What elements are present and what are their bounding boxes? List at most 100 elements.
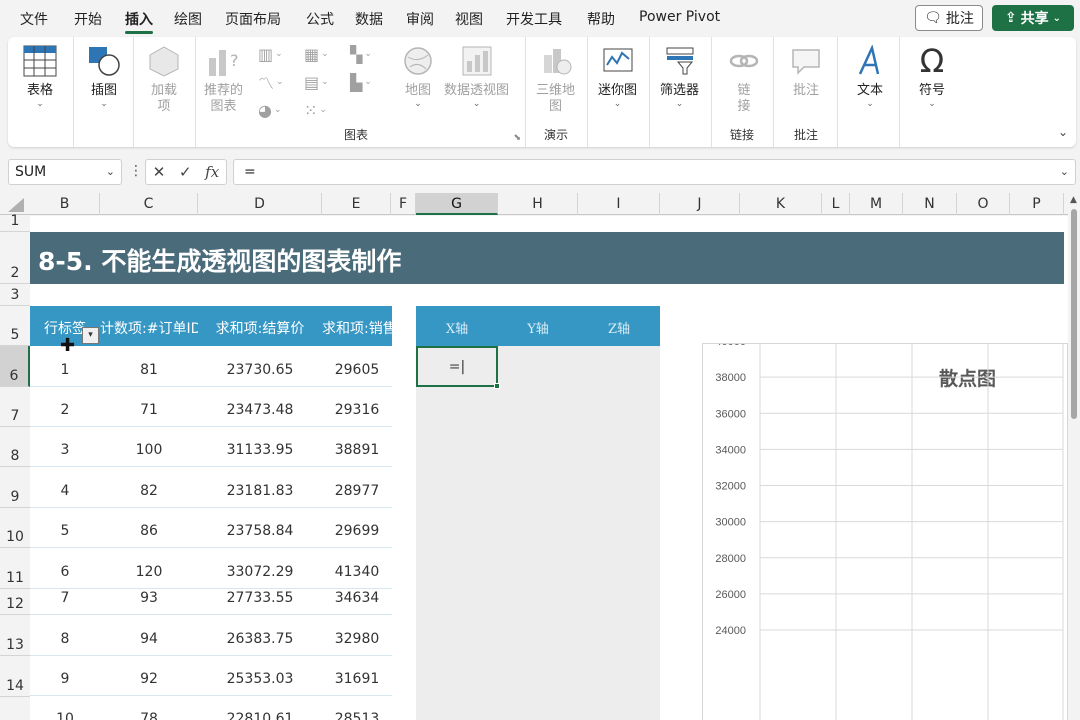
row-header-2[interactable]: 2 bbox=[0, 232, 30, 284]
comments-button[interactable]: 🗨 批注 bbox=[915, 5, 983, 31]
dialog-launcher-icon[interactable]: ⬊ bbox=[513, 133, 521, 143]
table-row[interactable]: 7 93 27733.55 34634 bbox=[30, 589, 392, 615]
slicer-button[interactable]: 筛选器 ⌄ bbox=[660, 43, 699, 109]
name-box[interactable]: SUM ⌄ bbox=[8, 159, 122, 185]
enter-check-icon[interactable]: ✓ bbox=[179, 163, 192, 181]
table-row[interactable]: 1 81 23730.65 29605 bbox=[30, 346, 392, 387]
row-header-14[interactable]: 14 bbox=[0, 656, 30, 697]
more-options-icon[interactable]: ⋮ bbox=[129, 163, 143, 179]
menu-tab-6[interactable]: 数据 bbox=[355, 9, 383, 29]
column-header-F[interactable]: F bbox=[391, 193, 416, 215]
menu-tab-7[interactable]: 审阅 bbox=[406, 9, 434, 29]
filter-dropdown-icon[interactable]: ▾ bbox=[82, 327, 99, 344]
addins-button[interactable]: 加载 项 bbox=[146, 43, 182, 115]
column-header-B[interactable]: B bbox=[30, 193, 100, 215]
scrollbar-thumb[interactable] bbox=[1071, 209, 1077, 419]
line-chart-button[interactable]: 〽 ⌄ bbox=[258, 71, 294, 93]
vertical-scrollbar[interactable]: ▲ bbox=[1068, 193, 1080, 720]
menu-tab-4[interactable]: 页面布局 bbox=[225, 9, 281, 29]
column-header-M[interactable]: M bbox=[850, 193, 903, 215]
row-header-5[interactable]: 5 bbox=[0, 306, 30, 346]
row-header-7[interactable]: 7 bbox=[0, 387, 30, 427]
sparkline-button[interactable]: 迷你图 ⌄ bbox=[598, 43, 637, 109]
menu-tab-11[interactable]: Power Pivot bbox=[639, 9, 720, 25]
column-header-I[interactable]: I bbox=[578, 193, 660, 215]
text-button[interactable]: 文本 ⌄ bbox=[852, 43, 888, 109]
table-row[interactable]: 9 92 25353.03 31691 bbox=[30, 656, 392, 696]
column-chart-button[interactable]: ▥ ⌄ bbox=[258, 43, 294, 65]
symbol-button[interactable]: Ω 符号 ⌄ bbox=[914, 42, 950, 109]
link-button[interactable]: 链 接 bbox=[726, 43, 762, 115]
table-cell: 23730.65 bbox=[226, 362, 294, 378]
new-comment-button[interactable]: 批注 bbox=[788, 43, 824, 99]
column-header-O[interactable]: O bbox=[957, 193, 1010, 215]
table-row[interactable]: 2 71 23473.48 29316 bbox=[30, 387, 392, 427]
menu-tab-9[interactable]: 开发工具 bbox=[506, 9, 562, 29]
select-all-corner[interactable] bbox=[8, 198, 24, 212]
column-header-L[interactable]: L bbox=[822, 193, 850, 215]
column-header-H[interactable]: H bbox=[498, 193, 578, 215]
formula-input[interactable]: = ⌄ bbox=[233, 159, 1076, 185]
menu-tab-8[interactable]: 视图 bbox=[455, 9, 483, 29]
chevron-down-icon[interactable]: ⌄ bbox=[1060, 160, 1069, 184]
row-header-9[interactable]: 9 bbox=[0, 467, 30, 508]
menu-tab-1[interactable]: 开始 bbox=[74, 9, 102, 29]
chevron-down-icon: ⌄ bbox=[1052, 12, 1062, 24]
illustrations-button[interactable]: 插图 ⌄ bbox=[86, 43, 122, 109]
ribbon-display-options-icon[interactable]: ⌄ bbox=[1058, 125, 1068, 139]
menu-tab-3[interactable]: 绘图 bbox=[174, 9, 202, 29]
share-button[interactable]: ⇪ 共享 ⌄ bbox=[992, 5, 1074, 31]
table-row[interactable]: 10 78 22810.61 28513 bbox=[30, 696, 392, 720]
map3d-button[interactable]: 三维地 图 bbox=[536, 43, 575, 115]
row-header-12[interactable]: 12 bbox=[0, 589, 30, 615]
row-header-1[interactable]: 1 bbox=[0, 213, 30, 232]
scroll-up-icon[interactable]: ▲ bbox=[1070, 195, 1077, 205]
scatter-chart-button[interactable]: ⁙ ⌄ bbox=[304, 99, 340, 121]
column-header-K[interactable]: K bbox=[740, 193, 822, 215]
column-header-E[interactable]: E bbox=[322, 193, 391, 215]
table-row[interactable]: 8 94 26383.75 32980 bbox=[30, 615, 392, 656]
row-header-13[interactable]: 13 bbox=[0, 615, 30, 656]
menu-tab-10[interactable]: 帮助 bbox=[587, 9, 615, 29]
column-header-P[interactable]: P bbox=[1010, 193, 1064, 215]
column-header-G[interactable]: G bbox=[416, 193, 498, 215]
scatter-chart[interactable]: 散点图 24000 26000 28000 30000 32000 34000 36000 3… bbox=[702, 343, 1068, 720]
column-header-D[interactable]: D bbox=[198, 193, 322, 215]
recommended-charts-button[interactable]: ? 推荐的 图表 bbox=[204, 43, 243, 115]
row-header-8[interactable]: 8 bbox=[0, 427, 30, 467]
fill-handle[interactable] bbox=[494, 383, 500, 389]
row-number: 13 bbox=[6, 637, 24, 653]
pie-chart-button[interactable]: ◕ ⌄ bbox=[258, 99, 294, 121]
table-row[interactable]: 4 82 23181.83 28977 bbox=[30, 467, 392, 508]
waterfall-chart-button[interactable]: ▚ ⌄ bbox=[350, 43, 386, 65]
active-cell-g6[interactable]: =| bbox=[416, 346, 500, 389]
line-chart-icon: 〽 bbox=[258, 74, 275, 93]
pivot-chart-button[interactable]: 数据透视图 ⌄ bbox=[444, 43, 509, 109]
row-header-11[interactable]: 11 bbox=[0, 548, 30, 589]
group-label-comments: 批注 bbox=[794, 128, 819, 142]
insert-function-icon[interactable]: fx bbox=[205, 163, 219, 181]
xyz-data-area[interactable] bbox=[416, 346, 660, 720]
menu-tab-5[interactable]: 公式 bbox=[306, 9, 334, 29]
combo-chart-button[interactable]: ▙ ⌄ bbox=[350, 71, 386, 93]
chevron-down-icon[interactable]: ⌄ bbox=[106, 160, 115, 184]
column-header-J[interactable]: J bbox=[660, 193, 740, 215]
cancel-icon[interactable]: ✕ bbox=[153, 163, 166, 181]
column-header-C[interactable]: C bbox=[100, 193, 198, 215]
row-header-6[interactable]: 6 bbox=[0, 346, 30, 387]
worksheet-grid[interactable]: 8-5. 不能生成透视图的图表制作 求和项:销售价 求和项:结算价 计数项:#订单I… bbox=[30, 216, 1068, 720]
table-row[interactable]: 5 86 23758.84 29699 bbox=[30, 508, 392, 548]
chevron-down-icon: ⌄ bbox=[866, 99, 874, 109]
menu-tab-0[interactable]: 文件 bbox=[20, 9, 48, 29]
addins-icon bbox=[146, 43, 182, 79]
map-chart-button[interactable]: 地图 ⌄ bbox=[400, 43, 436, 109]
row-header-3[interactable]: 3 bbox=[0, 284, 30, 306]
statistic-chart-button[interactable]: ▤ ⌄ bbox=[304, 71, 340, 93]
menu-tab-2[interactable]: 插入 bbox=[125, 9, 153, 29]
table-row[interactable]: 3 100 31133.95 38891 bbox=[30, 427, 392, 467]
column-header-N[interactable]: N bbox=[903, 193, 957, 215]
hierarchy-chart-button[interactable]: ▦ ⌄ bbox=[304, 43, 340, 65]
table-row[interactable]: 6 120 33072.29 41340 bbox=[30, 548, 392, 589]
table-button[interactable]: 表格 ⌄ bbox=[22, 43, 58, 109]
row-header-10[interactable]: 10 bbox=[0, 508, 30, 548]
